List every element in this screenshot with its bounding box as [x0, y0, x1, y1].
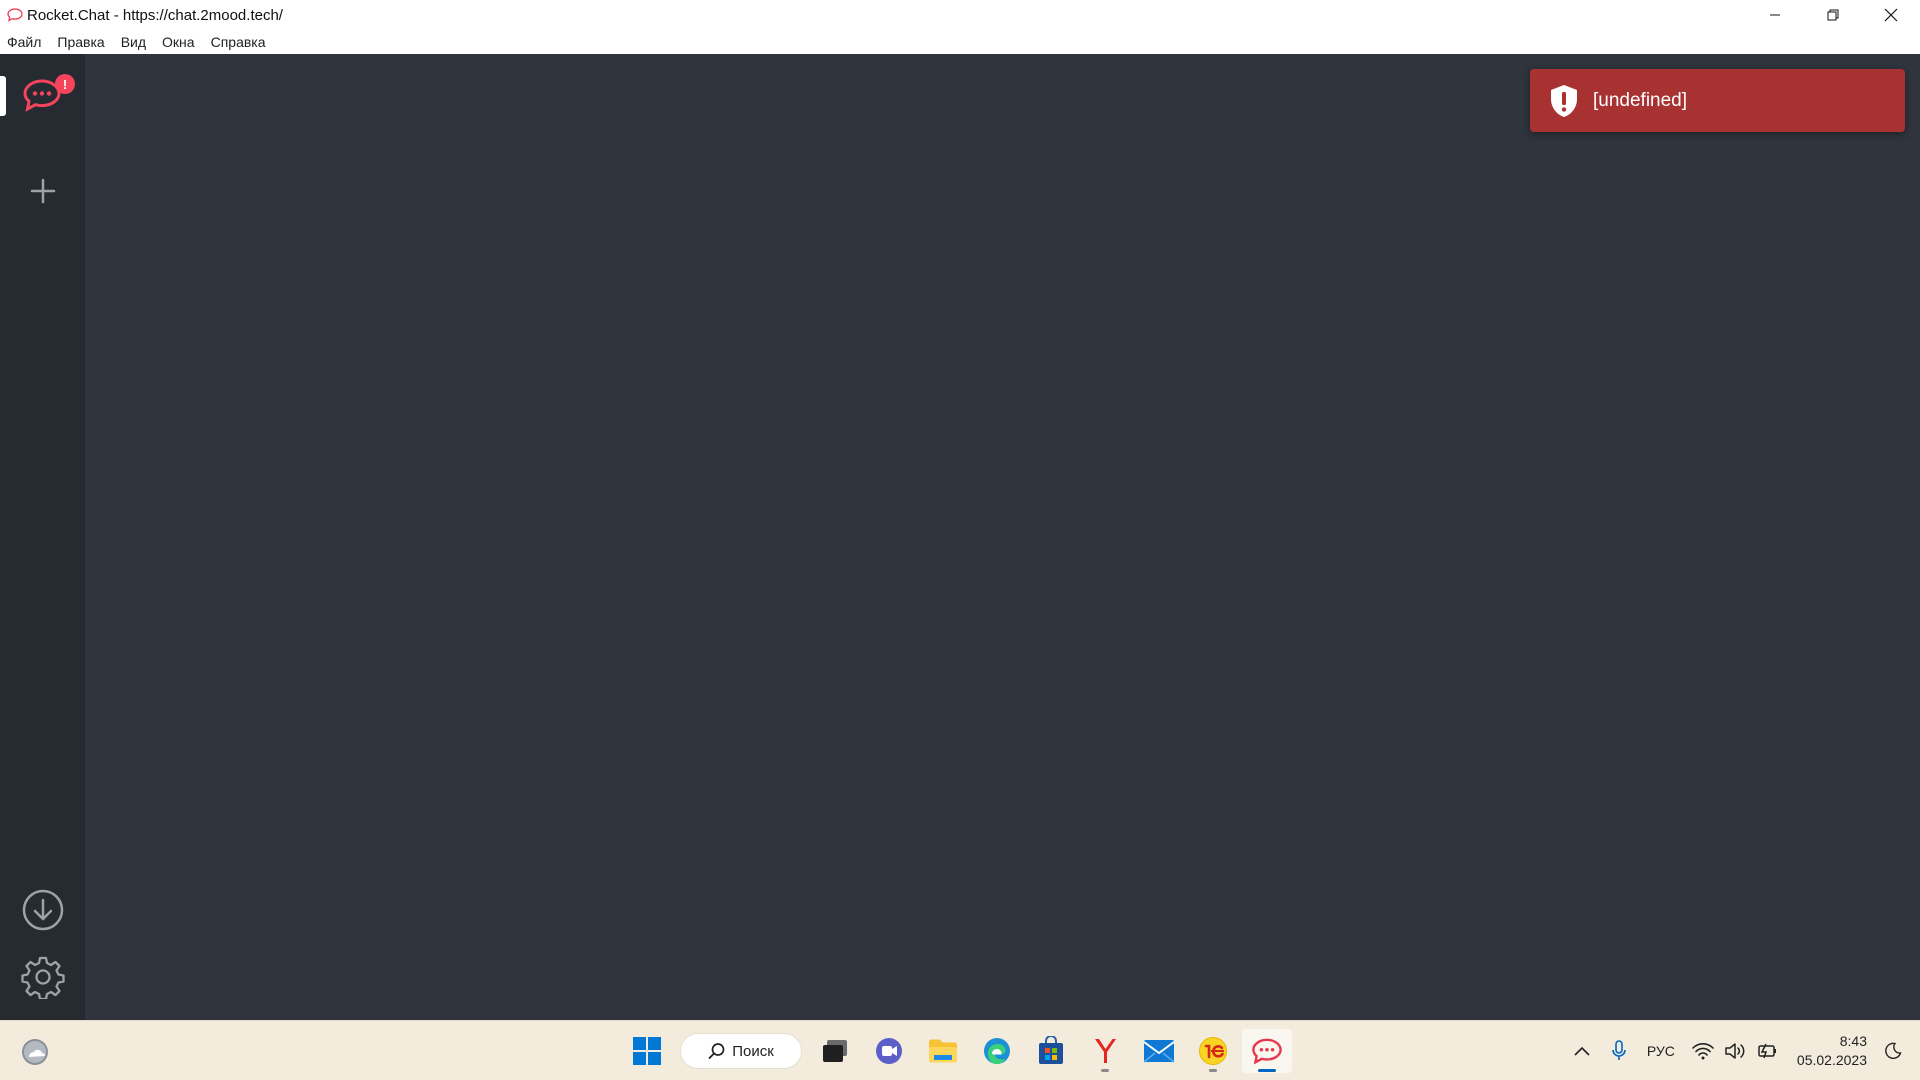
speaker-icon: [1725, 1043, 1745, 1059]
1c-icon: [1199, 1037, 1227, 1065]
close-button[interactable]: [1862, 0, 1920, 30]
taskbar-search[interactable]: Поиск: [680, 1033, 802, 1069]
error-toast[interactable]: [undefined]: [1530, 69, 1905, 132]
download-icon: [22, 889, 64, 931]
app-content: ! [undefined]: [0, 54, 1920, 1020]
weather-icon: [22, 1039, 48, 1065]
minimize-button[interactable]: [1746, 0, 1804, 30]
rocketchat-taskbar-button[interactable]: [1242, 1029, 1292, 1073]
clock[interactable]: 8:43 05.02.2023: [1797, 1032, 1867, 1070]
server-sidebar: !: [0, 54, 85, 1020]
gear-icon: [21, 956, 65, 1001]
store-icon: [1039, 1036, 1063, 1064]
system-tray: РУС 8:43 05.02.2023: [1566, 1021, 1920, 1080]
active-server-indicator: [0, 76, 6, 116]
battery-charging-icon: [1758, 1043, 1776, 1059]
downloads-button[interactable]: [21, 888, 65, 932]
menu-edit[interactable]: Правка: [57, 34, 104, 50]
folder-icon: [929, 1039, 957, 1063]
edge-button[interactable]: [972, 1029, 1022, 1073]
menu-bar: Файл Правка Вид Окна Справка: [0, 30, 1920, 54]
toast-message: [undefined]: [1593, 89, 1688, 111]
server-alert-badge: !: [55, 74, 75, 94]
microphone-button[interactable]: [1604, 1036, 1634, 1066]
plus-icon: [30, 178, 56, 204]
shield-alert-icon: [1551, 84, 1577, 117]
edge-browser-icon: [984, 1038, 1010, 1064]
settings-button[interactable]: [21, 955, 65, 1001]
rocketchat-icon: [1252, 1038, 1282, 1065]
teams-chat-icon: [876, 1038, 902, 1064]
menu-view[interactable]: Вид: [121, 34, 146, 50]
1c-app-button[interactable]: [1188, 1029, 1238, 1073]
window-controls: [1746, 0, 1920, 30]
menu-file[interactable]: Файл: [7, 34, 41, 50]
clock-date: 05.02.2023: [1796, 1052, 1867, 1068]
window-title: Rocket.Chat - https://chat.2mood.tech/: [27, 6, 283, 24]
search-icon: [708, 1043, 725, 1059]
teams-chat-button[interactable]: [864, 1029, 914, 1073]
yandex-icon: [1095, 1039, 1116, 1063]
microphone-icon: [1612, 1040, 1626, 1060]
active-indicator: [1258, 1069, 1276, 1072]
add-server-button[interactable]: [27, 175, 59, 207]
rocketchat-app-icon: [5, 5, 25, 25]
menu-windows[interactable]: Окна: [162, 34, 195, 50]
running-indicator: [1101, 1069, 1109, 1072]
start-button[interactable]: [622, 1029, 672, 1073]
running-indicator: [1209, 1069, 1217, 1072]
battery-button[interactable]: [1752, 1036, 1782, 1066]
volume-button[interactable]: [1720, 1036, 1750, 1066]
windows-start-icon: [633, 1037, 661, 1065]
ms-store-button[interactable]: [1026, 1029, 1076, 1073]
focus-assist-button[interactable]: [1878, 1036, 1908, 1066]
mail-button[interactable]: [1134, 1029, 1184, 1073]
close-icon: [1884, 8, 1898, 22]
chevron-up-icon: [1574, 1046, 1590, 1056]
show-hidden-icons-button[interactable]: [1567, 1036, 1597, 1066]
windows-taskbar: Поиск РУС 8:43 05.02.2023: [0, 1020, 1920, 1080]
task-view-icon: [823, 1040, 847, 1062]
restore-button[interactable]: [1804, 0, 1862, 30]
input-language[interactable]: РУС: [1647, 1043, 1675, 1059]
network-button[interactable]: [1688, 1036, 1718, 1066]
search-label: Поиск: [732, 1042, 774, 1060]
file-explorer-button[interactable]: [918, 1029, 968, 1073]
menu-help[interactable]: Справка: [211, 34, 266, 50]
clock-time: 8:43: [1839, 1033, 1867, 1049]
window-titlebar: Rocket.Chat - https://chat.2mood.tech/: [0, 0, 1920, 30]
mail-icon: [1143, 1040, 1175, 1063]
moon-icon: [1885, 1042, 1902, 1059]
task-view-button[interactable]: [810, 1029, 860, 1073]
minimize-icon: [1770, 14, 1780, 16]
wifi-icon: [1692, 1043, 1714, 1060]
restore-icon: [1827, 9, 1839, 21]
yandex-browser-button[interactable]: [1080, 1029, 1130, 1073]
taskbar-apps: Поиск: [620, 1029, 1294, 1073]
weather-widget[interactable]: [20, 1037, 50, 1067]
